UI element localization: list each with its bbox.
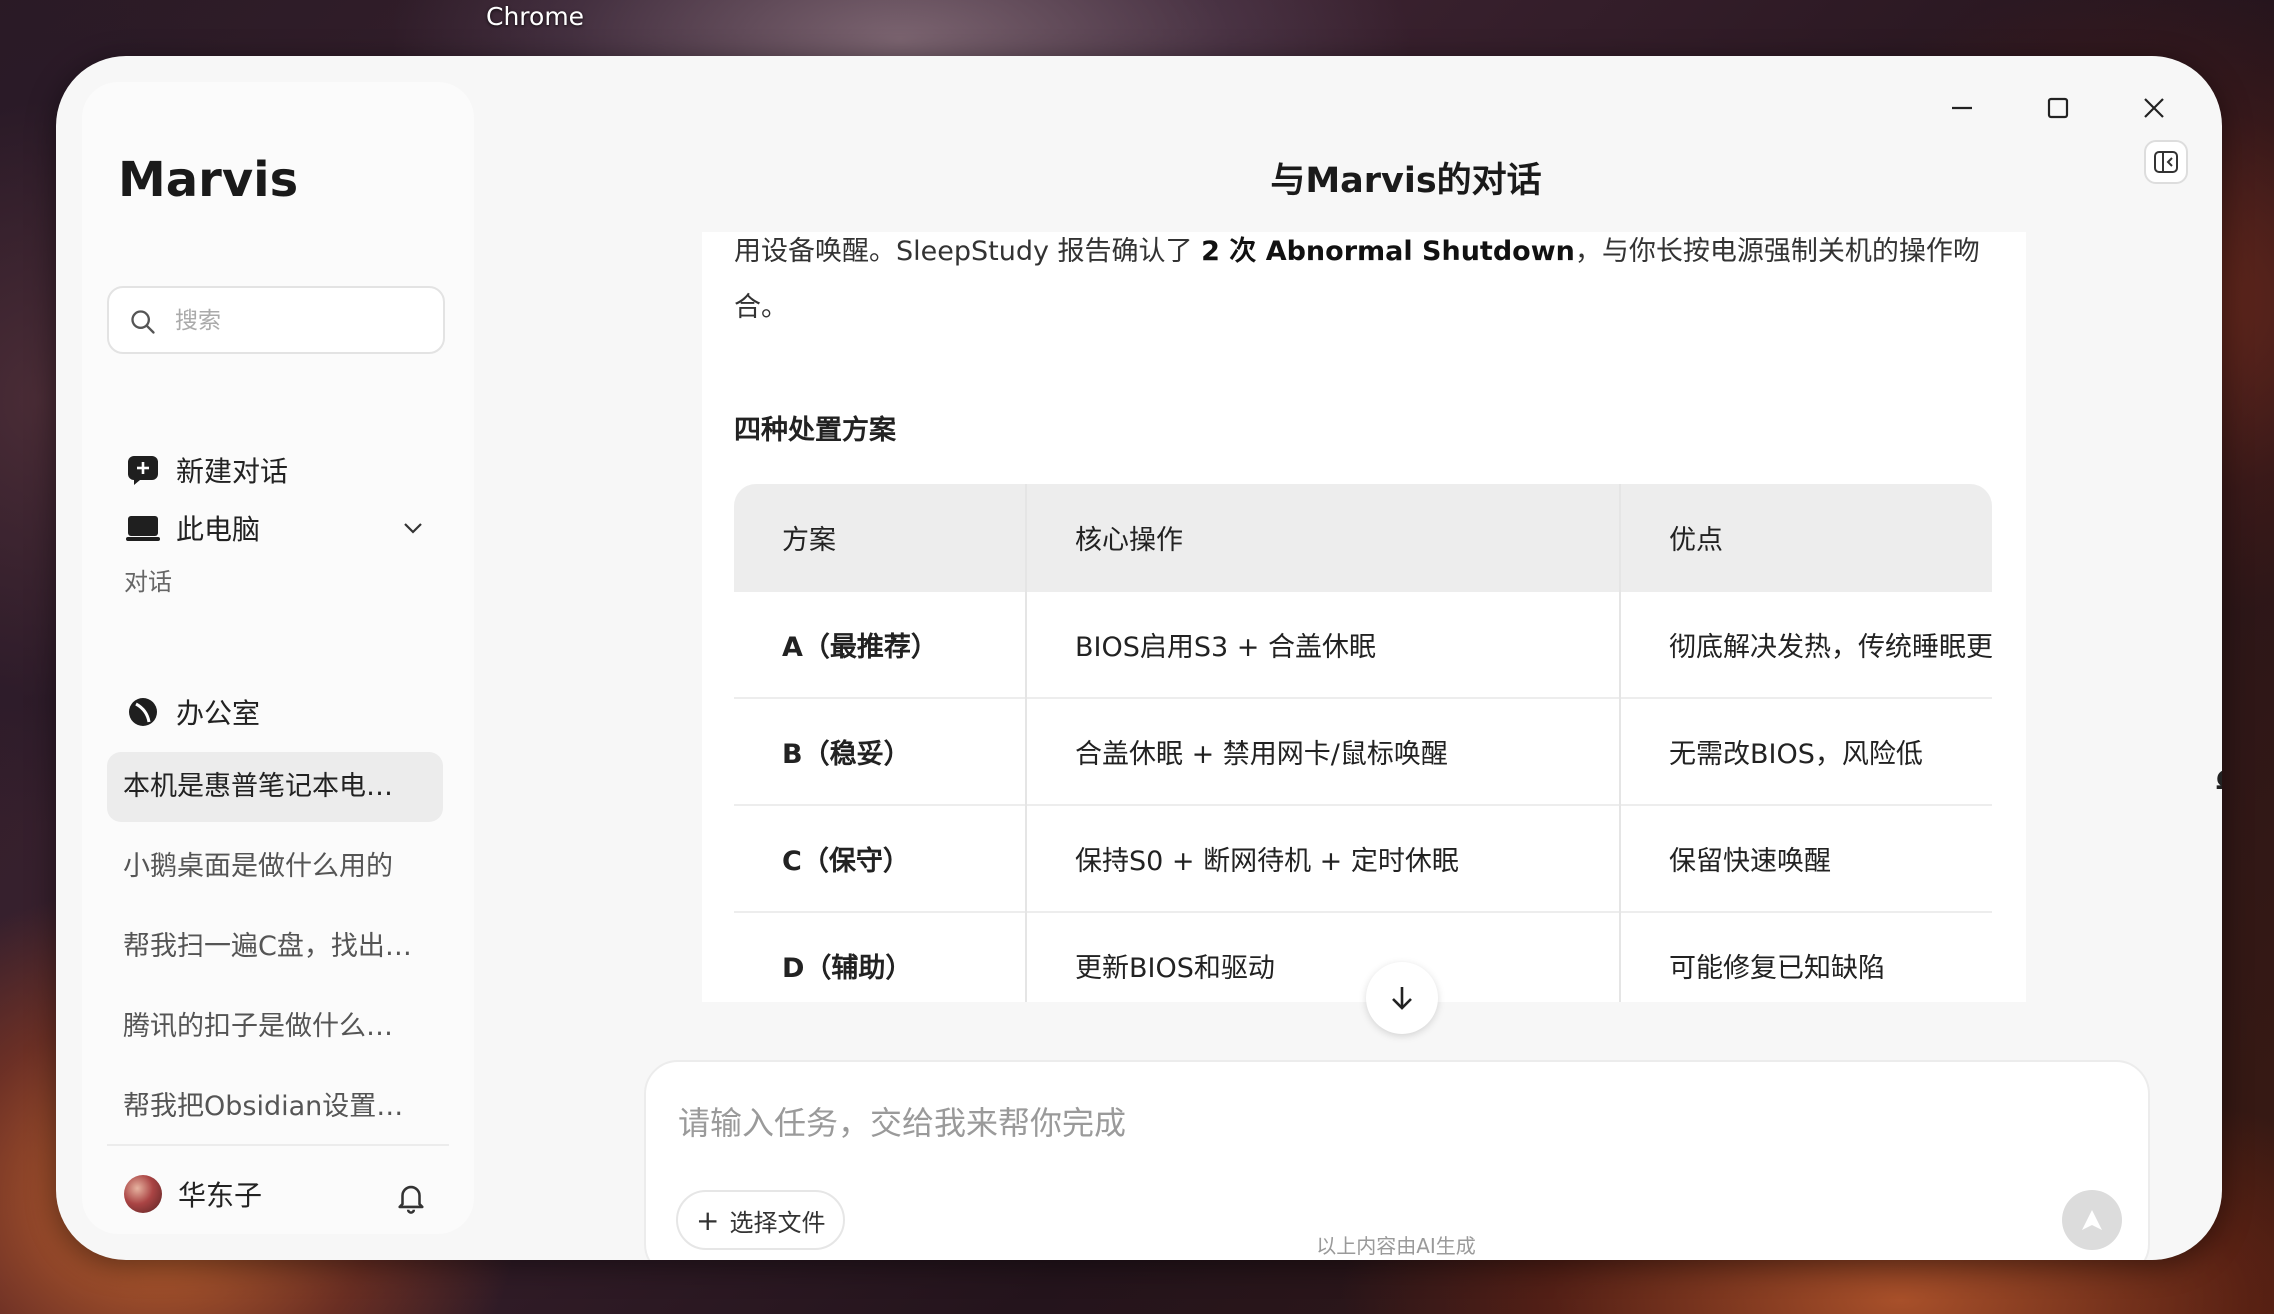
- maximize-icon: [2047, 97, 2069, 119]
- new-chat-label: 新建对话: [176, 455, 289, 488]
- ai-disclaimer: 以上内容由AI生成: [1316, 1234, 1476, 1258]
- workspace-label: 办公室: [176, 697, 261, 730]
- table-cell: C（保守）: [734, 804, 1026, 912]
- device-label: 此电脑: [176, 513, 261, 546]
- table-cell: 可能修复已知缺陷: [1619, 911, 1992, 1002]
- table-header-cell: 方案: [734, 484, 1026, 591]
- avatar: [124, 1175, 162, 1213]
- maximize-button[interactable]: [2028, 86, 2088, 130]
- table-row: A（最推荐） BIOS启用S3 + 合盖休眠 彻底解决发热，传统睡眠更: [734, 590, 1992, 698]
- minimize-icon: [1952, 106, 1972, 110]
- conversation-item[interactable]: 帮我把Obsidian设置…: [107, 1072, 443, 1142]
- conversation-item[interactable]: 本机是惠普笔记本电…: [107, 752, 443, 822]
- conversation-item[interactable]: 腾讯的扣子是做什么…: [107, 992, 443, 1062]
- bell-icon[interactable]: [394, 1180, 428, 1214]
- arrow-down-icon: [1392, 987, 1412, 1010]
- search-input[interactable]: [173, 300, 427, 342]
- paragraph-text: 合。: [734, 292, 788, 323]
- table-header-cell: 核心操作: [1025, 484, 1620, 591]
- user-name: 华东子: [178, 1179, 263, 1212]
- rail-glyph[interactable]: Ω: [2216, 766, 2222, 796]
- table-cell: BIOS启用S3 + 合盖休眠: [1025, 590, 1620, 698]
- paragraph-bold-text: 2 次 Abnormal Shutdown: [1201, 236, 1575, 267]
- table-row: B（稳妥） 合盖休眠 + 禁用网卡/鼠标唤醒 无需改BIOS，风险低: [734, 697, 1992, 805]
- table-cell: 合盖休眠 + 禁用网卡/鼠标唤醒: [1025, 697, 1620, 805]
- table-cell: 更新BIOS和驱动: [1025, 911, 1620, 1002]
- taskbar-chrome-label[interactable]: Chrome: [486, 2, 584, 31]
- table-cell: 保持S0 + 断网待机 + 定时休眠: [1025, 804, 1620, 912]
- conversation-item[interactable]: 小鹅桌面是做什么用的: [107, 832, 443, 902]
- task-input[interactable]: [676, 1096, 2080, 1160]
- computer-icon: [126, 511, 160, 545]
- table-cell: A（最推荐）: [734, 590, 1026, 698]
- scroll-to-bottom-button[interactable]: [1366, 962, 1438, 1034]
- sidebar-divider: [107, 1144, 449, 1146]
- table-cell: D（辅助）: [734, 911, 1026, 1002]
- marvis-window: Marvis 新建对话 此电脑 对话 办公室: [56, 56, 2222, 1260]
- workspace-office[interactable]: 办公室: [126, 690, 260, 734]
- chat-title: 与Marvis的对话: [1270, 161, 1542, 201]
- sidebar: Marvis 新建对话 此电脑 对话 办公室: [82, 82, 474, 1234]
- paragraph-text: 用设备唤醒。SleepStudy 报告确认了: [734, 236, 1202, 267]
- table-row: D（辅助） 更新BIOS和驱动 可能修复已知缺陷: [734, 911, 1992, 1002]
- paragraph-text: ，与你长按电源强制关机的操作吻: [1574, 236, 1980, 267]
- chevron-down-icon[interactable]: [402, 518, 424, 538]
- table-header-row: 方案 核心操作 优点: [734, 484, 1992, 591]
- table-cell: B（稳妥）: [734, 697, 1026, 805]
- search-icon: [131, 310, 155, 334]
- table-cell: 保留快速唤醒: [1619, 804, 1992, 912]
- search-box[interactable]: [107, 286, 445, 354]
- table-cell: 无需改BIOS，风险低: [1619, 697, 1992, 805]
- options-table: 方案 核心操作 优点 A（最推荐） BIOS启用S3 + 合盖休眠 彻底解决发热…: [734, 484, 1992, 1002]
- new-chat-button[interactable]: 新建对话: [126, 448, 288, 492]
- message-content: 用设备唤醒。SleepStudy 报告确认了 2 次 Abnormal Shut…: [702, 232, 2026, 1002]
- conversations-section-label: 对话: [124, 568, 172, 596]
- table-row: C（保守） 保持S0 + 断网待机 + 定时休眠 保留快速唤醒: [734, 804, 1992, 912]
- close-button[interactable]: [2124, 86, 2184, 130]
- panel-toggle-icon: [2154, 151, 2178, 173]
- brand-logo: Marvis: [118, 152, 299, 208]
- table-header-cell: 优点: [1619, 484, 1992, 591]
- section-heading: 四种处置方案: [734, 415, 896, 446]
- options-table-wrapper: 方案 核心操作 优点 A（最推荐） BIOS启用S3 + 合盖休眠 彻底解决发热…: [734, 484, 1992, 1002]
- message-paragraph: 用设备唤醒。SleepStudy 报告确认了 2 次 Abnormal Shut…: [734, 232, 1994, 336]
- user-profile[interactable]: 华东子: [124, 1174, 262, 1214]
- conversation-item[interactable]: 帮我扫一遍C盘，找出…: [107, 912, 443, 982]
- workspace-icon: [126, 695, 160, 729]
- close-icon: [2144, 98, 2164, 118]
- new-chat-icon: [126, 453, 160, 487]
- device-selector[interactable]: 此电脑: [126, 506, 446, 550]
- minimize-button[interactable]: [1932, 86, 1992, 130]
- table-cell: 彻底解决发热，传统睡眠更: [1619, 590, 1992, 698]
